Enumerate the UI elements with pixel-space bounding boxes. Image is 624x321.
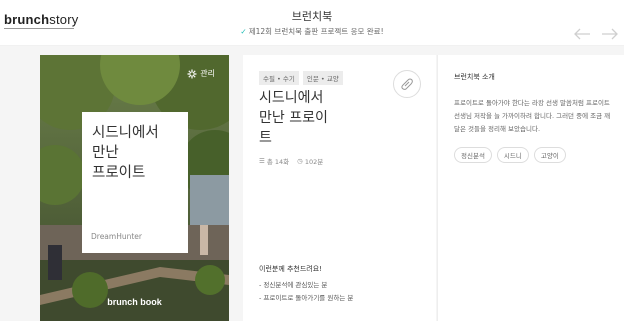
manage-label: 관리 — [200, 69, 215, 78]
page-title: 브런치북 — [291, 10, 333, 23]
intro-text: 프로이트로 돌아가야 한다는 라캉 선생 말씀처럼 프로이트 선생님 저작을 늘… — [454, 99, 611, 133]
recommend-list: 정신분석에 관심있는 분 프로이트로 돌아가기를 원하는 분 — [259, 279, 353, 305]
keyword-chip[interactable]: 정신분석 — [454, 147, 492, 163]
cover-title: 시드니에서 만난 프로이트 — [92, 125, 159, 181]
keyword-chip[interactable]: 시드니 — [496, 147, 529, 163]
prev-arrow-button[interactable] — [573, 28, 591, 42]
book-meta: ☰ 총 14화 ◷ 102분 — [259, 156, 323, 166]
book-title: 시드니에서 만난 프로이 트 — [259, 90, 328, 146]
check-icon: ✓ — [240, 27, 247, 36]
notice-text: 제12회 브런치북 출판 프로젝트 응모 완료! — [248, 27, 384, 36]
list-item: 정신분석에 관심있는 분 — [259, 279, 353, 292]
recommend-title: 이런분께 추천드려요! — [259, 265, 322, 273]
episode-count: ☰ 총 14화 — [259, 157, 290, 166]
book-cover[interactable]: 관리 시드니에서 만난 프로이트 DreamHunter brunch book — [40, 55, 229, 321]
keyword-list: 정신분석 시드니 고양이 — [454, 147, 566, 163]
reading-time: ◷ 102분 — [297, 157, 324, 166]
like-button[interactable] — [393, 70, 421, 98]
brunch-book-brand: brunch book — [107, 297, 162, 307]
intro-title: 브런치북 소개 — [454, 73, 495, 81]
heart-link-icon — [401, 78, 413, 90]
arrow-right-icon — [602, 28, 618, 40]
category-tag[interactable]: 인문 • 교양 — [302, 71, 343, 85]
book-info-panel: 수필 • 수기 인문 • 교양 시드니에서 만난 프로이 트 ☰ 총 14화 ◷ 1… — [243, 55, 436, 321]
next-arrow-button[interactable] — [601, 28, 619, 42]
notice-banner: ✓ 제12회 브런치북 출판 프로젝트 응모 완료! — [0, 26, 624, 37]
arrow-left-icon — [574, 28, 590, 40]
list-item: 프로이트로 돌아가기를 원하는 분 — [259, 292, 353, 305]
top-bar: brunchstory 브런치북 ✓ 제12회 브런치북 출판 프로젝트 응모 완… — [0, 0, 624, 46]
clock-icon: ◷ — [297, 157, 303, 165]
book-intro-panel: 브런치북 소개 프로이트로 돌아가야 한다는 라캉 선생 말씀처럼 프로이트 선… — [437, 55, 624, 321]
manage-button[interactable]: 관리 — [187, 68, 215, 79]
list-icon: ☰ — [259, 157, 265, 165]
category-tag[interactable]: 수필 • 수기 — [259, 71, 299, 85]
gear-icon — [187, 69, 197, 78]
cover-author: DreamHunter — [91, 232, 142, 241]
category-tags: 수필 • 수기 인문 • 교양 — [259, 71, 343, 85]
keyword-chip[interactable]: 고양이 — [533, 147, 566, 163]
cover-title-card: 시드니에서 만난 프로이트 DreamHunter — [82, 112, 188, 253]
